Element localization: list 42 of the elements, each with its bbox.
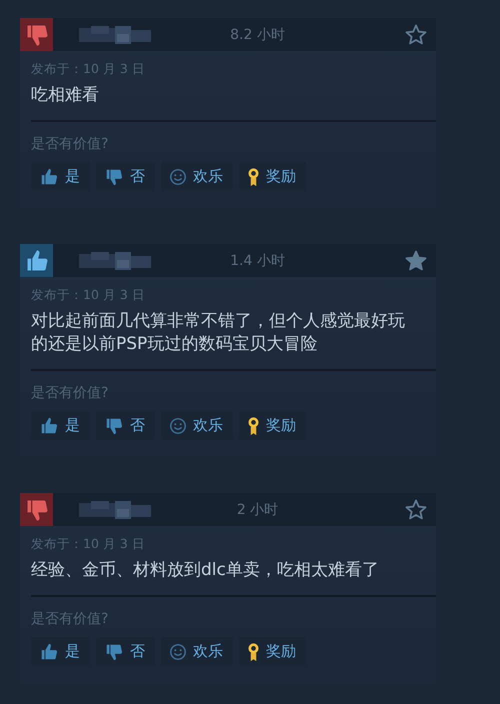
smiley-icon — [169, 642, 187, 660]
smiley-icon — [169, 416, 187, 434]
star-icon[interactable] — [404, 22, 428, 46]
award-button[interactable]: 奖励 — [239, 411, 306, 440]
playtime-hours: 2 小时 — [236, 500, 280, 518]
pixelated-name-drawing — [79, 250, 151, 272]
review-text: 经验、金币、材料放到dlc单卖，吃相太难看了 — [31, 559, 380, 582]
thumbs-up-icon — [39, 166, 59, 186]
no-button[interactable]: 否 — [96, 637, 155, 666]
thumbs-up-icon — [39, 642, 59, 662]
thumbs-up-icon — [39, 416, 59, 436]
thumbs-down-icon — [104, 166, 124, 186]
award-ribbon-icon — [247, 642, 260, 662]
star-icon[interactable] — [404, 248, 428, 272]
funny-button[interactable]: 欢乐 — [161, 411, 233, 440]
review-text: 吃相难看 — [31, 84, 100, 107]
award-ribbon-icon — [247, 166, 260, 186]
funny-button[interactable]: 欢乐 — [161, 637, 233, 666]
no-button[interactable]: 否 — [96, 162, 155, 191]
pixelated-name-drawing — [79, 498, 151, 520]
pixelated-name-drawing — [79, 24, 151, 46]
star-icon[interactable] — [404, 498, 428, 522]
helpful-prompt: 是否有价值? — [31, 610, 110, 629]
award-button[interactable]: 奖励 — [239, 162, 306, 191]
posted-date: 发布于：10 月 3 日 — [31, 535, 146, 553]
helpful-prompt: 是否有价值? — [31, 384, 110, 403]
posted-date: 发布于：10 月 3 日 — [31, 60, 146, 78]
funny-button[interactable]: 欢乐 — [161, 162, 233, 191]
smiley-icon — [169, 168, 187, 186]
playtime-hours: 8.2 小时 — [229, 26, 286, 44]
thumbs-down-icon — [104, 642, 124, 662]
yes-button[interactable]: 是 — [31, 411, 90, 440]
review-text: 对比起前面几代算非常不错了，但个人感觉最好玩的还是以前PSP玩过的数码宝贝大冒险 — [31, 310, 406, 356]
no-button[interactable]: 否 — [96, 411, 155, 440]
playtime-hours: 1.4 小时 — [229, 252, 286, 270]
yes-button[interactable]: 是 — [31, 162, 90, 191]
yes-button[interactable]: 是 — [31, 637, 90, 666]
award-ribbon-icon — [247, 416, 260, 436]
thumbs-down-icon — [104, 416, 124, 436]
posted-date: 发布于：10 月 3 日 — [31, 286, 146, 304]
award-button[interactable]: 奖励 — [239, 637, 306, 666]
helpful-prompt: 是否有价值? — [31, 135, 110, 154]
